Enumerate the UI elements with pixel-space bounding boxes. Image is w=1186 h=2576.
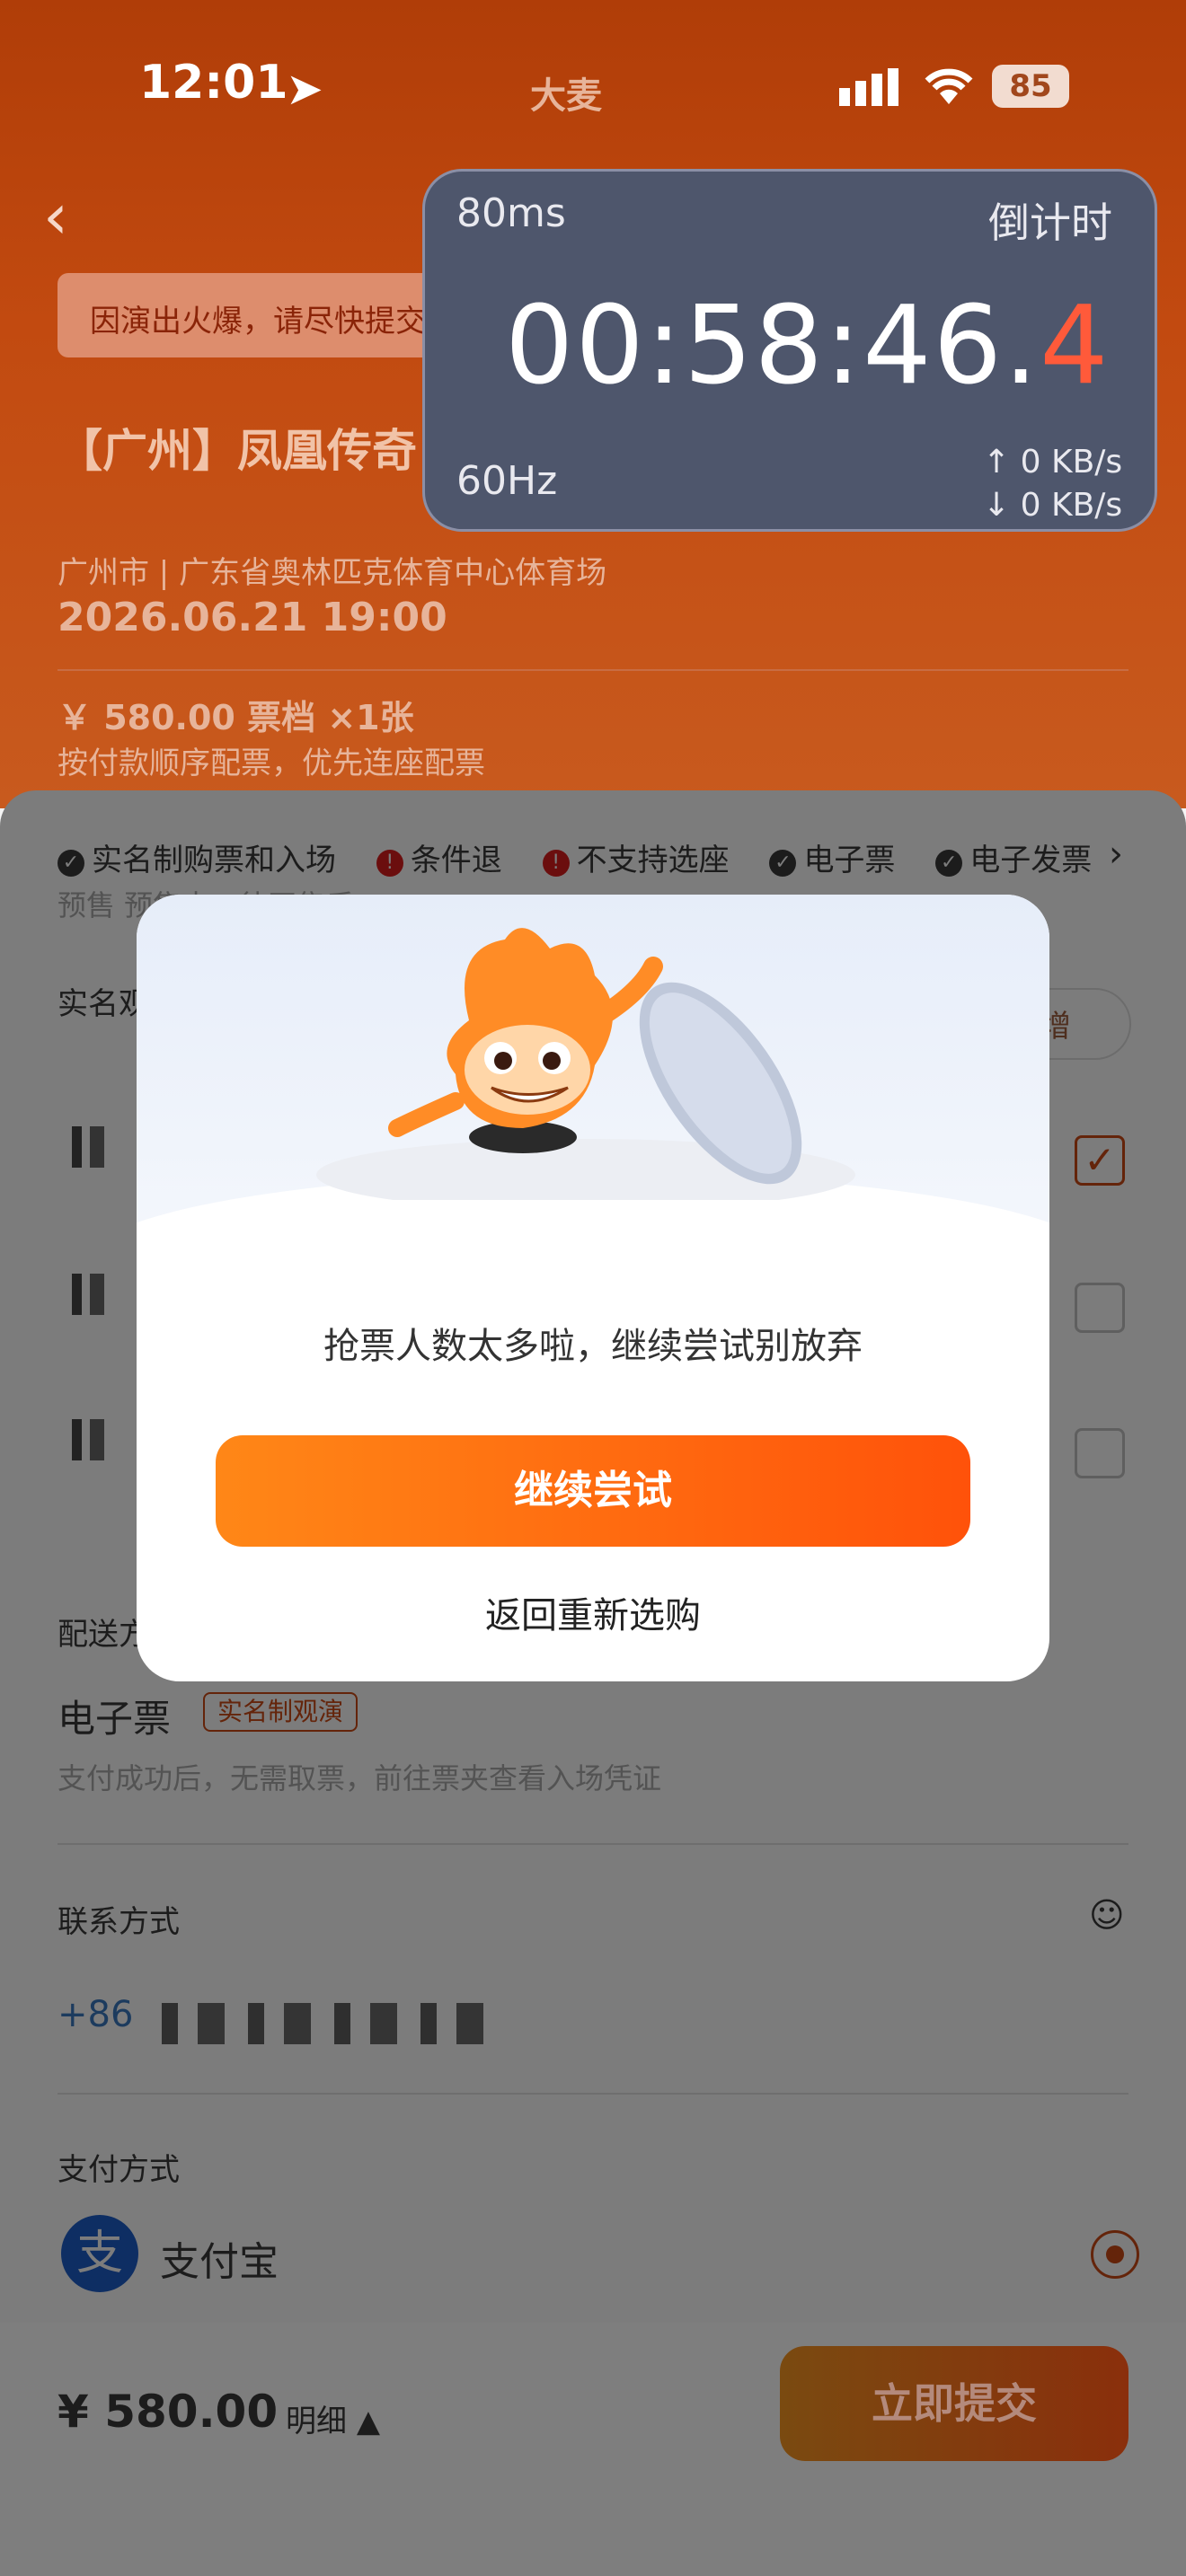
service-tags: ✓ 实名制购票和入场 ! 条件退 ! 不支持选座 ✓ 电子票 ✓ 电子发票 bbox=[58, 835, 1122, 880]
back-chevron-icon[interactable]: ‹ bbox=[43, 180, 68, 253]
tag-item: ✓ 电子票 bbox=[769, 835, 895, 879]
header-divider bbox=[58, 669, 1128, 671]
check-circle-icon: ✓ bbox=[935, 850, 963, 877]
wifi-icon bbox=[920, 63, 978, 106]
tag-item: ! 条件退 bbox=[376, 835, 502, 879]
countdown-main: 00:58:46. bbox=[505, 284, 1040, 409]
refresh-rate: 60Hz bbox=[456, 458, 558, 504]
viewer-checkbox-checked[interactable]: ✓ bbox=[1075, 1135, 1125, 1186]
mascot-illustration bbox=[316, 928, 855, 1200]
status-time: 12:01 bbox=[139, 56, 288, 110]
detail-label: 明细 bbox=[286, 2404, 347, 2439]
tag-item: ! 不支持选座 bbox=[542, 835, 730, 879]
signal-icon bbox=[839, 68, 911, 106]
check-circle-icon: ✓ bbox=[58, 850, 84, 877]
countdown-label: 倒计时 bbox=[988, 198, 1112, 247]
countdown-tenth: 4 bbox=[1040, 284, 1111, 409]
delivery-type: 电子票 bbox=[58, 1697, 172, 1741]
event-datetime: 2026.06.21 19:00 bbox=[58, 595, 447, 640]
price-detail-toggle[interactable]: 明细 ▲ bbox=[286, 2396, 380, 2440]
phone-number-redacted bbox=[162, 2003, 503, 2044]
viewer-checkbox[interactable] bbox=[1075, 1428, 1125, 1478]
section-divider bbox=[58, 2093, 1128, 2095]
tag-item: ✓ 实名制购票和入场 bbox=[58, 835, 336, 879]
download-speed: ↓ 0 KB/s bbox=[983, 487, 1123, 524]
viewer-section-title: 实名观 bbox=[58, 986, 149, 1022]
dialog-message: 抢票人数太多啦，继续尝试别放弃 bbox=[323, 1326, 863, 1367]
delivery-section-title: 配送方 bbox=[58, 1617, 149, 1653]
payment-radio-selected[interactable] bbox=[1091, 2230, 1139, 2279]
brand-logo: 大麦 bbox=[530, 75, 602, 117]
contact-edit-icon[interactable]: ☺ bbox=[1089, 1895, 1125, 1935]
alipay-icon: 支 bbox=[61, 2215, 138, 2292]
contact-label: 联系方式 bbox=[58, 1904, 180, 1940]
delivery-note: 支付成功后，无需取票，前往票夹查看入场凭证 bbox=[58, 1761, 662, 1795]
upload-speed: ↑ 0 KB/s bbox=[983, 444, 1123, 481]
payment-label: 支付方式 bbox=[58, 2152, 180, 2188]
battery-indicator: 85 bbox=[992, 65, 1069, 108]
caret-up-icon: ▲ bbox=[356, 2404, 380, 2439]
seat-allocation-note: 按付款顺序配票，优先连座配票 bbox=[58, 745, 485, 781]
exclamation-circle-icon: ! bbox=[542, 850, 570, 877]
viewer-checkbox[interactable] bbox=[1075, 1283, 1125, 1333]
section-divider bbox=[58, 1843, 1128, 1845]
retry-dialog: 抢票人数太多啦，继续尝试别放弃 继续尝试 返回重新选购 bbox=[137, 895, 1049, 1681]
phone-country-code[interactable]: +86 bbox=[58, 1994, 133, 2035]
ticket-price-line: ￥ 580.00 票档 ×1张 bbox=[58, 698, 414, 737]
return-reselect-link[interactable]: 返回重新选购 bbox=[137, 1586, 1049, 1638]
tag-item: ✓ 电子发票 bbox=[935, 835, 1092, 879]
exclamation-circle-icon: ! bbox=[376, 850, 403, 877]
payment-method[interactable]: 支付宝 bbox=[160, 2229, 279, 2287]
total-price: ¥ 580.00 bbox=[58, 2386, 279, 2438]
continue-trying-button[interactable]: 继续尝试 bbox=[216, 1435, 970, 1547]
event-venue: 广州市 | 广东省奥林匹克体育中心体育场 bbox=[58, 555, 607, 591]
countdown-clock: 00:58:46.4 bbox=[505, 284, 1110, 409]
submit-order-button[interactable]: 立即提交 bbox=[780, 2346, 1128, 2461]
check-circle-icon: ✓ bbox=[769, 850, 797, 877]
latency-readout: 80ms bbox=[456, 190, 566, 236]
alert-text: 因演出火爆，请尽快提交 bbox=[90, 304, 426, 340]
tags-more-chevron-icon[interactable]: › bbox=[1109, 834, 1123, 875]
realname-badge: 实名制观演 bbox=[203, 1692, 358, 1732]
location-arrow-icon: ➤ bbox=[286, 63, 323, 115]
